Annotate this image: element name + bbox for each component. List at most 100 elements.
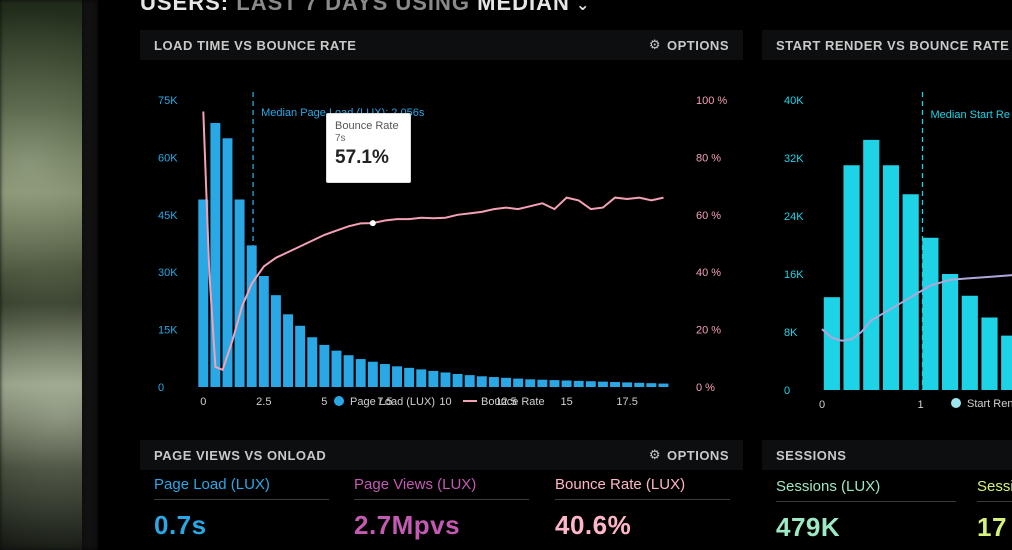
panel-header: SESSIONS <box>762 440 1012 470</box>
chart-bar <box>843 165 860 390</box>
metric-value: 2.7Mpvs <box>354 510 461 540</box>
chart-bar <box>658 383 669 387</box>
metric-bounce-rate: Bounce Rate (LUX) 40.6% <box>555 476 730 541</box>
x-tick-label: 10 <box>439 396 451 408</box>
x-tick-label: 0 <box>819 399 825 411</box>
x-tick-label: 2.5 <box>256 396 271 408</box>
chart-bar <box>488 377 499 387</box>
metric-label: Sessions (LUX) <box>776 478 956 502</box>
chart-bar <box>404 367 415 387</box>
chart-bar <box>355 359 366 387</box>
y-tick-label-left: 45K <box>158 210 178 222</box>
chart-bar <box>882 165 900 390</box>
title-dim: LAST 7 DAYS USING <box>236 0 478 15</box>
panel-title: LOAD TIME VS BOUNCE RATE <box>154 37 357 53</box>
y-tick-label-right: 0 % <box>696 382 715 394</box>
gear-icon: ⚙ <box>648 447 661 462</box>
panel-header: START RENDER VS BOUNCE RATE <box>762 30 1012 60</box>
title-strong-2: MEDIAN <box>477 0 570 15</box>
metric-value: 0.7s <box>154 510 207 540</box>
chart-bar <box>622 382 633 387</box>
gear-icon: ⚙ <box>648 37 661 52</box>
panel-load-time: LOAD TIME VS BOUNCE RATE ⚙ OPTIONS 0 15K 30… <box>140 30 743 420</box>
panel-header: PAGE VIEWS VS ONLOAD ⚙ OPTIONS <box>140 440 743 470</box>
chart-bar <box>331 350 342 387</box>
chart-bar <box>367 361 378 387</box>
chart-bar <box>942 274 959 390</box>
chart-bar <box>902 194 919 390</box>
metric-label: Bounce Rate (LUX) <box>555 476 730 500</box>
chart-bar <box>537 379 548 387</box>
y-tick-label-left: 30K <box>158 267 178 279</box>
chart-bar <box>476 376 487 387</box>
panel-sessions: SESSIONS Sessions (LUX) 479K Sessi 17 <box>762 440 1012 550</box>
chart-bar <box>646 383 657 387</box>
options-label: OPTIONS <box>666 37 729 53</box>
options-button[interactable]: ⚙ OPTIONS <box>649 447 729 463</box>
chart-bar <box>1001 335 1012 390</box>
metric-value: 40.6% <box>555 510 632 540</box>
chart-bar <box>428 370 439 387</box>
legend-swatch-start-render <box>951 398 961 408</box>
page-title: USERS: LAST 7 DAYS USING MEDIAN ⌄ <box>140 0 590 16</box>
y-tick-label-left: 60K <box>158 152 178 164</box>
y-tick-label-left: 24K <box>784 211 804 223</box>
chart-bar <box>258 276 269 387</box>
y-tick-label-left: 15K <box>158 325 178 337</box>
y-tick-label-left: 0 <box>784 385 790 397</box>
chart-bar <box>981 317 998 390</box>
chart-bar <box>585 381 596 387</box>
metric-sessions: Sessions (LUX) 479K <box>776 478 956 543</box>
chart-bar <box>549 380 560 387</box>
y-tick-label-left: 32K <box>784 153 804 165</box>
x-tick-label: 15 <box>560 396 572 408</box>
chart-bar <box>573 380 584 387</box>
chart-bar <box>501 377 511 387</box>
x-tick-label: 5 <box>321 396 327 408</box>
chart-bar <box>222 138 233 387</box>
chart-bar <box>295 325 306 387</box>
panel-header: LOAD TIME VS BOUNCE RATE ⚙ OPTIONS <box>140 30 743 60</box>
title-strong: USERS: <box>140 0 237 15</box>
x-tick-label: 17.5 <box>616 396 637 408</box>
chart-load-time: 0 15K 30K 45K 60K 75K 0 % 20 % 40 % 60 % 80 % 100 %… <box>158 92 727 408</box>
tooltip-point <box>369 220 376 227</box>
panel-title: PAGE VIEWS VS ONLOAD <box>154 447 327 463</box>
y-tick-label-right: 100 % <box>696 95 727 107</box>
legend-label-bounce: Bounce Rate <box>481 396 545 408</box>
chart-bar <box>270 295 281 387</box>
chart-bar <box>464 375 475 387</box>
chart-bar <box>307 337 318 387</box>
chart-bar <box>234 199 245 387</box>
chart-bar <box>525 379 536 387</box>
metric-label: Page Load (LUX) <box>154 476 329 500</box>
legend-swatch-page-load <box>334 396 344 406</box>
legend-label-page-load: Page Load (LUX) <box>350 396 435 408</box>
metric-page-load: Page Load (LUX) 0.7s <box>154 476 329 541</box>
chart-bar <box>392 366 403 387</box>
tooltip-subtitle: 7s <box>335 133 346 144</box>
metric-page-views: Page Views (LUX) 2.7Mpvs <box>354 476 529 541</box>
chart-bar <box>610 382 620 387</box>
y-tick-label-right: 80 % <box>696 152 721 164</box>
y-tick-label-left: 40K <box>784 95 804 107</box>
options-button[interactable]: ⚙ OPTIONS <box>649 37 729 53</box>
metric-value: 479K <box>776 512 841 542</box>
chart-bar <box>634 382 645 387</box>
chart-bar <box>343 355 354 387</box>
chart-bar <box>597 381 608 387</box>
y-tick-label-left: 75K <box>158 95 178 107</box>
chart-bar <box>961 295 978 390</box>
panel-title: SESSIONS <box>776 447 847 463</box>
median-label: Median Start Re <box>931 109 1010 121</box>
metric-label: Page Views (LUX) <box>354 476 529 500</box>
chart-tooltip: Bounce Rate 7s 57.1% <box>326 113 411 183</box>
y-tick-label-left: 16K <box>784 269 804 281</box>
panel-start-render: START RENDER VS BOUNCE RATE 0 8K 16K 24K 32K… <box>762 30 1012 420</box>
chart-start-render: 08K16K24K32K40K012Median Start ReStart R… <box>784 92 1012 411</box>
chart-bar <box>379 364 390 387</box>
chart-bar <box>922 237 939 390</box>
chevron-down-icon[interactable]: ⌄ <box>576 0 590 14</box>
y-tick-label-right: 40 % <box>696 267 721 279</box>
x-tick-label: 1 <box>917 399 923 411</box>
